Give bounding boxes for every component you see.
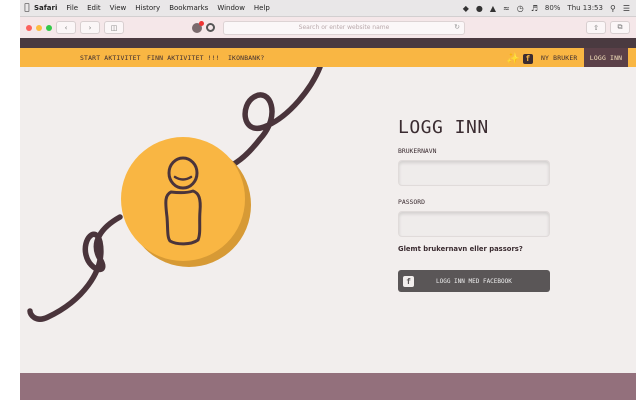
- tabs-icon[interactable]: ⧉: [610, 21, 630, 34]
- tab-bar: [20, 38, 636, 48]
- site-nav: START AKTIVITET FINN AKTIVITET !!! IKONB…: [20, 48, 636, 67]
- twitter-icon[interactable]: ✨: [506, 52, 520, 65]
- sidebar-icon[interactable]: ◫: [104, 21, 124, 34]
- nav-ikonbank[interactable]: IKONBANK?: [228, 54, 264, 62]
- nav-logg-inn[interactable]: LOGG INN: [584, 48, 628, 67]
- browser-window:  Safari File Edit View History Bookmark…: [20, 0, 636, 400]
- avatar-circle: [121, 137, 251, 267]
- share-icon[interactable]: ⇧: [586, 21, 606, 34]
- username-label: BRUKERNAVN: [398, 147, 437, 155]
- password-label: PASSORD: [398, 198, 425, 206]
- notification-center-icon[interactable]: ☰: [623, 4, 630, 13]
- apple-icon[interactable]: : [20, 3, 34, 13]
- wifi-icon[interactable]: ≈: [503, 4, 510, 13]
- volume-icon[interactable]: ♬: [531, 4, 538, 13]
- extension-icon[interactable]: [192, 20, 204, 33]
- macos-menubar:  Safari File Edit View History Bookmark…: [20, 0, 636, 17]
- close-window-button[interactable]: [26, 24, 32, 31]
- maximize-window-button[interactable]: [46, 24, 52, 31]
- forward-button[interactable]: ›: [80, 21, 100, 34]
- opera-icon[interactable]: [206, 23, 215, 32]
- browser-toolbar: ‹ › ◫ Search or enter website name ↻ ⇧ ⧉: [20, 17, 636, 39]
- address-placeholder: Search or enter website name: [298, 24, 390, 31]
- facebook-icon[interactable]: f: [522, 53, 533, 64]
- reload-icon[interactable]: ↻: [454, 23, 460, 31]
- nav-ny-bruker[interactable]: NY BRUKER: [541, 54, 577, 62]
- minimize-window-button[interactable]: [36, 24, 42, 31]
- nav-start-aktivitet[interactable]: START AKTIVITET: [80, 54, 141, 62]
- clock-text[interactable]: Thu 13:53: [567, 4, 603, 12]
- back-button[interactable]: ‹: [56, 21, 76, 34]
- spotlight-icon[interactable]: ⚲: [610, 4, 616, 13]
- person-icon: [164, 156, 202, 246]
- footer: [20, 373, 636, 400]
- menu-edit[interactable]: Edit: [87, 4, 101, 12]
- address-bar[interactable]: Search or enter website name ↻: [223, 20, 465, 35]
- menu-history[interactable]: History: [135, 4, 160, 12]
- sync-icon[interactable]: ●: [476, 4, 483, 13]
- facebook-login-label: LOGG INN MED FACEBOOK: [436, 277, 512, 285]
- nav-finn-aktivitet[interactable]: FINN AKTIVITET !!!: [147, 54, 220, 62]
- lock-icon[interactable]: ▲: [490, 4, 496, 13]
- social-icons: ✨ f: [506, 52, 533, 65]
- menu-file[interactable]: File: [66, 4, 78, 12]
- dropbox-icon[interactable]: ◆: [463, 4, 469, 13]
- forgot-link[interactable]: Glemt brukernavn eller passors?: [398, 245, 523, 253]
- password-input[interactable]: [398, 211, 550, 237]
- menu-view[interactable]: View: [110, 4, 127, 12]
- menu-window[interactable]: Window: [217, 4, 245, 12]
- menu-help[interactable]: Help: [254, 4, 270, 12]
- facebook-login-button[interactable]: f LOGG INN MED FACEBOOK: [398, 270, 550, 292]
- clock-icon[interactable]: ◷: [517, 4, 524, 13]
- main-content: LOGG INN BRUKERNAVN PASSORD Glemt bruker…: [20, 67, 636, 373]
- menu-app[interactable]: Safari: [34, 4, 57, 12]
- facebook-icon: f: [403, 275, 414, 287]
- menu-bookmarks[interactable]: Bookmarks: [169, 4, 208, 12]
- login-title: LOGG INN: [398, 117, 489, 138]
- battery-indicator[interactable]: 80%: [545, 4, 561, 12]
- status-area: ◆ ● ▲ ≈ ◷ ♬ 80% Thu 13:53 ⚲ ☰: [463, 4, 630, 13]
- username-input[interactable]: [398, 160, 550, 186]
